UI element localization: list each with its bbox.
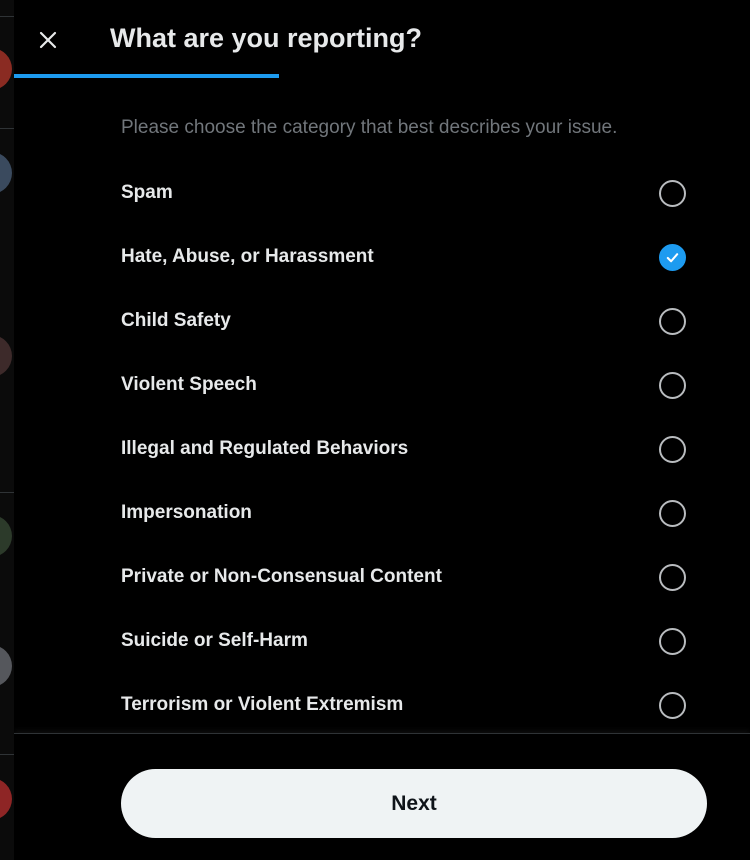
option-label: Terrorism or Violent Extremism (121, 694, 404, 715)
option-illegal-regulated[interactable]: Illegal and Regulated Behaviors (121, 421, 686, 477)
option-label: Spam (121, 182, 173, 203)
radio-button-checked[interactable] (659, 244, 686, 271)
radio-button[interactable] (659, 372, 686, 399)
option-label: Suicide or Self-Harm (121, 630, 308, 651)
timeline-divider (0, 128, 14, 129)
option-label: Child Safety (121, 310, 231, 331)
option-child-safety[interactable]: Child Safety (121, 293, 686, 349)
timeline-divider (0, 492, 14, 493)
radio-button[interactable] (659, 500, 686, 527)
close-button[interactable] (28, 20, 68, 60)
option-label: Impersonation (121, 502, 252, 523)
radio-button[interactable] (659, 564, 686, 591)
dialog-header: What are you reporting? (14, 3, 750, 78)
background-timeline (0, 0, 14, 860)
dialog-title: What are you reporting? (110, 23, 423, 53)
avatar (0, 152, 12, 194)
option-terrorism-extremism[interactable]: Terrorism or Violent Extremism (121, 677, 686, 733)
radio-button[interactable] (659, 692, 686, 719)
radio-button[interactable] (659, 180, 686, 207)
report-dialog: What are you reporting? Please choose th… (14, 3, 750, 860)
option-impersonation[interactable]: Impersonation (121, 485, 686, 541)
option-label: Private or Non-Consensual Content (121, 566, 442, 587)
option-label: Violent Speech (121, 374, 257, 395)
next-button[interactable]: Next (121, 769, 707, 838)
close-icon (39, 31, 57, 49)
avatar (0, 515, 12, 557)
avatar (0, 645, 12, 687)
option-violent-speech[interactable]: Violent Speech (121, 357, 686, 413)
option-label: Hate, Abuse, or Harassment (121, 246, 374, 267)
option-label: Illegal and Regulated Behaviors (121, 438, 409, 459)
timeline-divider (0, 754, 14, 755)
avatar (0, 778, 12, 820)
radio-button[interactable] (659, 308, 686, 335)
option-suicide-self-harm[interactable]: Suicide or Self-Harm (121, 613, 686, 669)
progress-bar (14, 74, 750, 78)
progress-bar-fill (14, 74, 279, 78)
radio-button[interactable] (659, 628, 686, 655)
dialog-footer: Next (14, 733, 750, 860)
avatar (0, 335, 12, 377)
option-hate-abuse-harassment[interactable]: Hate, Abuse, or Harassment (121, 229, 686, 285)
option-spam[interactable]: Spam (121, 165, 686, 221)
dialog-subtitle: Please choose the category that best des… (121, 117, 618, 138)
checkmark-icon (666, 253, 679, 263)
option-private-content[interactable]: Private or Non-Consensual Content (121, 549, 686, 605)
radio-button[interactable] (659, 436, 686, 463)
timeline-divider (0, 16, 14, 17)
avatar (0, 48, 12, 90)
